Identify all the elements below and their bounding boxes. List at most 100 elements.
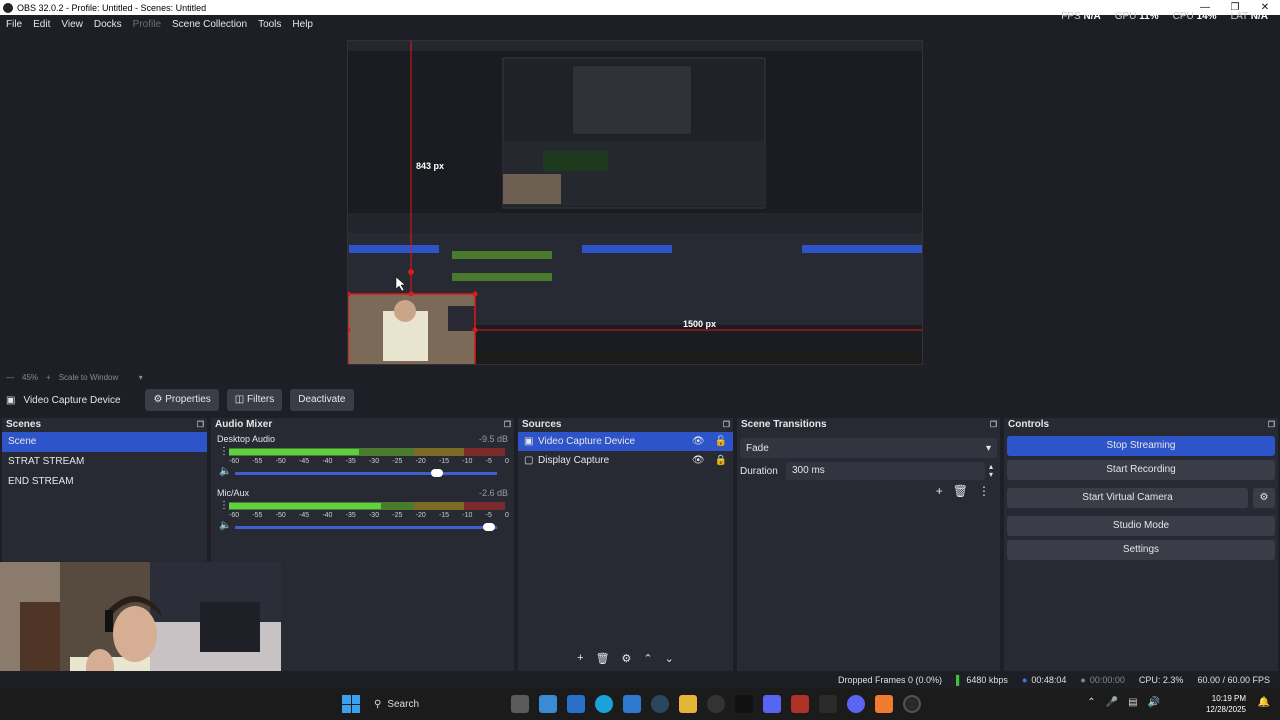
undock-icon[interactable]: ❐ [990, 418, 1000, 432]
app-icon[interactable] [875, 695, 893, 713]
unlock-icon[interactable]: 🔓 [715, 432, 727, 451]
gpu-label: GPU [1114, 11, 1137, 22]
eye-icon[interactable]: 👁 [692, 432, 705, 451]
speaker-icon[interactable]: 🔈 [219, 466, 231, 477]
microphone-icon[interactable]: 🎤 [1106, 697, 1118, 708]
undock-icon[interactable]: ❐ [1268, 418, 1278, 432]
menu-view[interactable]: View [61, 19, 83, 30]
more-icon[interactable]: ⋮ [219, 500, 229, 511]
taskbar-search[interactable]: ⚲ Search [366, 692, 506, 716]
transition-select[interactable]: Fade ▾ [740, 438, 997, 458]
zoom-level: 45% [22, 372, 39, 382]
undock-icon[interactable]: ❐ [723, 418, 733, 432]
start-recording-button[interactable]: Start Recording [1007, 460, 1275, 480]
gear-icon[interactable]: ⚙ [622, 652, 632, 665]
add-icon[interactable]: + [577, 652, 583, 665]
undock-icon[interactable]: ❐ [197, 418, 207, 432]
performance-stats: FPS N/A GPU 11% CPU 14% LAT N/A [1061, 11, 1268, 22]
controls-header: Controls ❐ [1004, 418, 1278, 432]
meter-tick-label: -45 [298, 458, 310, 465]
channel-db: -9.5 dB [478, 434, 508, 444]
taskbar-clock[interactable]: 10:19 PM 12/28/2025 [1206, 693, 1246, 715]
network-icon[interactable]: ▤ [1128, 697, 1137, 708]
move-down-icon[interactable]: ⌄ [665, 652, 674, 665]
obs-icon[interactable] [903, 695, 921, 713]
stream-time: 00:48:04 [1031, 674, 1067, 685]
settings-button[interactable]: Settings [1007, 540, 1275, 560]
deactivate-button[interactable]: Deactivate [290, 389, 354, 411]
clock-date: 12/28/2025 [1205, 705, 1246, 714]
more-icon[interactable]: ⋮ [978, 484, 990, 498]
gear-icon[interactable]: ⚙ [1253, 488, 1275, 508]
move-up-icon[interactable]: ⌃ [643, 652, 652, 665]
lock-icon[interactable]: 🔒 [715, 451, 727, 470]
windows-start-icon[interactable] [342, 695, 360, 713]
discord-icon[interactable] [847, 695, 865, 713]
folder-icon[interactable] [679, 695, 697, 713]
meter-tick-label: -40 [322, 512, 333, 519]
notification-icon[interactable]: 🔔 [1258, 697, 1270, 708]
menu-edit[interactable]: Edit [33, 19, 50, 30]
meter-level [229, 503, 381, 509]
volume-slider[interactable] [235, 469, 497, 477]
studio-mode-button[interactable]: Studio Mode [1007, 516, 1275, 536]
speaker-icon[interactable]: 🔈 [219, 520, 231, 531]
volume-slider-knob[interactable] [431, 469, 443, 477]
volume-icon[interactable]: 🔊 [1148, 697, 1160, 708]
tiktok-icon[interactable] [735, 695, 753, 713]
store-icon[interactable] [623, 695, 641, 713]
scene-item[interactable]: STRAT STREAM [2, 452, 207, 472]
app-icon[interactable] [707, 695, 725, 713]
trash-icon[interactable]: 🗑 [953, 484, 968, 498]
meter-ticks: -60 -55 -50 -45 -40 -35 -30 -25 -20 -15 -10 -5 0 [229, 512, 509, 519]
filters-button[interactable]: ◫ Filters [226, 389, 283, 411]
undock-icon[interactable]: ❐ [504, 418, 514, 432]
more-icon[interactable]: ⋮ [219, 446, 229, 457]
scene-item[interactable]: Scene [2, 432, 207, 452]
source-row[interactable]: ▢ Display Capture 👁 🔒 [518, 451, 733, 470]
clock-time: 10:19 PM [1211, 694, 1246, 703]
task-view-icon[interactable] [567, 695, 585, 713]
meter-tick-label: -30 [368, 458, 380, 465]
file-explorer-icon[interactable] [511, 695, 529, 713]
meter-tick-label: -30 [368, 512, 380, 519]
steam-icon[interactable] [651, 695, 669, 713]
eye-icon[interactable]: 👁 [692, 451, 705, 470]
duration-value: 300 ms [792, 465, 825, 476]
meter-tick-label: 0 [505, 458, 509, 465]
system-tray: ⌃ 🎤 ▤ 🔊 [1087, 697, 1160, 708]
fps-readout: 60.00 / 60.00 FPS [1197, 674, 1270, 685]
start-virtual-camera-button[interactable]: Start Virtual Camera [1007, 488, 1248, 508]
zoom-in-icon[interactable]: + [46, 373, 51, 382]
duration-input[interactable]: 300 ms [786, 462, 985, 480]
scale-mode-select[interactable]: Scale to Window [59, 373, 131, 382]
epic-games-icon[interactable] [819, 695, 837, 713]
game-icon[interactable] [791, 695, 809, 713]
sources-dock: Sources ❐ ▣ Video Capture Device 👁 🔓 ▢ Dis… [518, 418, 733, 671]
copilot-icon[interactable] [539, 695, 557, 713]
menu-tools[interactable]: Tools [258, 19, 281, 30]
preview-area[interactable]: 843 px 1500 px [0, 33, 1280, 370]
chevron-down-icon[interactable]: ▾ [139, 373, 143, 382]
chevron-up-icon[interactable]: ⌃ [1087, 697, 1095, 708]
volume-slider-knob[interactable] [483, 523, 495, 531]
menu-profile[interactable]: Profile [133, 19, 161, 30]
properties-button[interactable]: ⚙ Properties [145, 389, 219, 411]
trash-icon[interactable]: 🗑 [596, 652, 610, 665]
edge-icon[interactable] [595, 695, 613, 713]
menu-help[interactable]: Help [292, 19, 313, 30]
stop-streaming-button[interactable]: Stop Streaming [1007, 436, 1275, 456]
menu-docks[interactable]: Docks [94, 19, 122, 30]
menu-scene-collection[interactable]: Scene Collection [172, 19, 247, 30]
app-icon[interactable] [763, 695, 781, 713]
scene-item[interactable]: END STREAM [2, 472, 207, 492]
preview-canvas[interactable]: 843 px 1500 px [347, 40, 923, 365]
meter-tick-label: -35 [345, 458, 356, 465]
add-icon[interactable]: + [936, 484, 943, 498]
source-row[interactable]: ▣ Video Capture Device 👁 🔓 [518, 432, 733, 451]
duration-stepper-icon[interactable]: ▴ ▾ [985, 463, 997, 479]
meter-tick-label: -5 [485, 458, 492, 465]
volume-slider[interactable] [235, 523, 497, 531]
menu-file[interactable]: File [6, 19, 22, 30]
zoom-out-icon[interactable]: — [6, 373, 14, 382]
